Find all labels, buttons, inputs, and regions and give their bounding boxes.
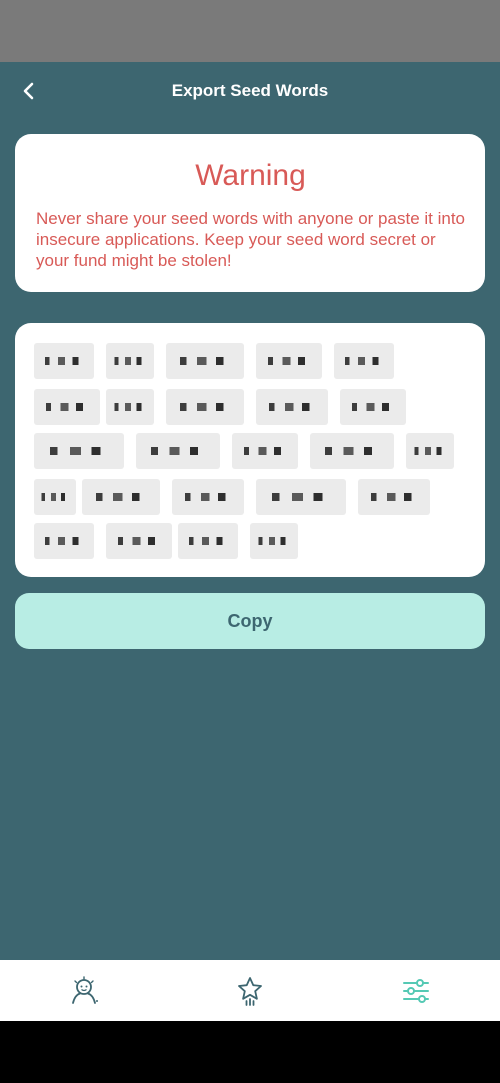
seed-word bbox=[34, 479, 76, 515]
warning-text: Never share your seed words with anyone … bbox=[36, 209, 466, 270]
seed-word bbox=[172, 479, 244, 515]
seed-word bbox=[82, 479, 160, 515]
seed-word bbox=[34, 343, 94, 379]
page-title: Export Seed Words bbox=[171, 81, 329, 100]
seed-word bbox=[166, 389, 244, 425]
seed-word bbox=[256, 479, 346, 515]
seed-word bbox=[106, 343, 154, 379]
bottom-nav bbox=[0, 960, 500, 1021]
profile-icon bbox=[72, 976, 98, 1004]
seed-word bbox=[232, 433, 298, 469]
header: Export Seed Words bbox=[0, 62, 500, 122]
sliders-icon bbox=[403, 979, 429, 1003]
seed-word bbox=[34, 433, 124, 469]
seed-word bbox=[106, 389, 154, 425]
seed-word bbox=[340, 389, 406, 425]
seed-word bbox=[166, 343, 244, 379]
warning-card: Warning Never share your seed words with… bbox=[15, 134, 485, 292]
warning-title: Warning bbox=[195, 159, 306, 192]
nav-settings[interactable] bbox=[399, 974, 433, 1008]
seed-word bbox=[256, 389, 328, 425]
seed-word bbox=[256, 343, 322, 379]
seed-word bbox=[34, 389, 100, 425]
status-bar bbox=[0, 0, 500, 62]
seed-word bbox=[358, 479, 430, 515]
seed-words-card bbox=[15, 323, 485, 577]
system-nav-bar bbox=[0, 1021, 500, 1083]
seed-word bbox=[136, 433, 220, 469]
seed-word bbox=[34, 523, 94, 559]
seed-word bbox=[178, 523, 238, 559]
nav-profile[interactable] bbox=[67, 974, 101, 1008]
seed-word bbox=[250, 523, 298, 559]
seed-word bbox=[310, 433, 394, 469]
copy-button[interactable]: Copy bbox=[15, 593, 485, 649]
star-icon bbox=[238, 977, 262, 1006]
seed-word bbox=[106, 523, 172, 559]
nav-favorites[interactable] bbox=[233, 974, 267, 1008]
seed-word bbox=[406, 433, 454, 469]
seed-word bbox=[334, 343, 394, 379]
